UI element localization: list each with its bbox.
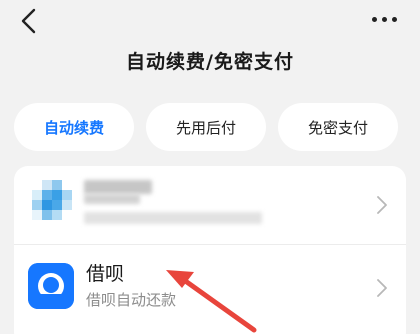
more-horizontal-icon: [371, 16, 377, 22]
tab-auto-renew[interactable]: 自动续费: [14, 103, 134, 151]
chevron-left-icon: [21, 8, 36, 34]
screen: 自动续费/免密支付 自动续费 先用后付 免密支付 借呗 借呗自动还款: [0, 0, 420, 334]
list-item-blurred[interactable]: [14, 166, 406, 245]
pixelated-app-icon: [32, 180, 72, 220]
chevron-right-icon: [377, 196, 387, 214]
tab-bar: 自动续费 先用后付 免密支付: [14, 103, 414, 151]
more-menu-button[interactable]: [364, 6, 404, 32]
jiebei-icon: [28, 263, 74, 309]
blurred-subtitle: [84, 212, 262, 224]
list-item-jiebei[interactable]: 借呗 借呗自动还款: [14, 245, 406, 331]
more-dot: [381, 16, 387, 22]
service-title: 借呗: [86, 263, 125, 285]
blurred-title: [84, 180, 152, 194]
more-dot: [391, 16, 397, 22]
service-list: 借呗 借呗自动还款: [14, 166, 406, 334]
blurred-title-2: [84, 194, 140, 204]
service-subtitle: 借呗自动还款: [86, 291, 177, 309]
back-button[interactable]: [12, 4, 46, 38]
chevron-right-icon: [377, 279, 387, 297]
page-title: 自动续费/免密支付: [126, 51, 294, 73]
tab-password-free-pay[interactable]: 免密支付: [278, 103, 398, 151]
tab-pay-later[interactable]: 先用后付: [146, 103, 266, 151]
